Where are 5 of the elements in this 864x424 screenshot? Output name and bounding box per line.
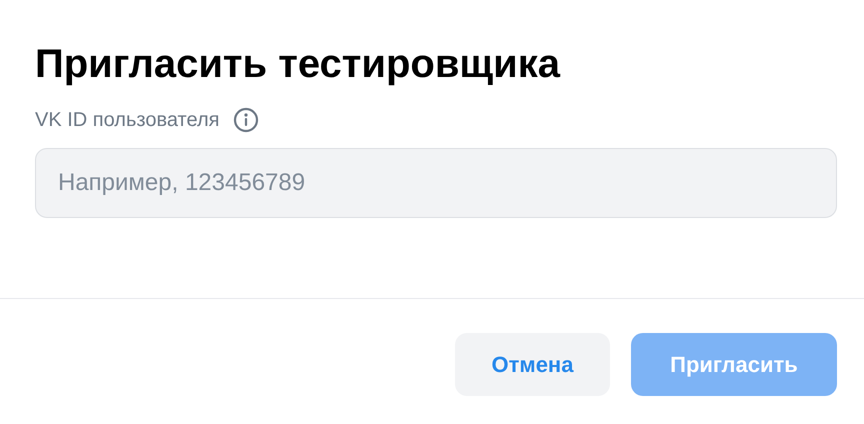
- cancel-button[interactable]: Отмена: [455, 333, 610, 396]
- vk-id-field[interactable]: Например, 123456789: [35, 148, 837, 218]
- field-label: VK ID пользователя: [35, 108, 220, 132]
- info-icon[interactable]: [233, 107, 260, 133]
- dialog-title: Пригласить тестировщика: [35, 41, 562, 88]
